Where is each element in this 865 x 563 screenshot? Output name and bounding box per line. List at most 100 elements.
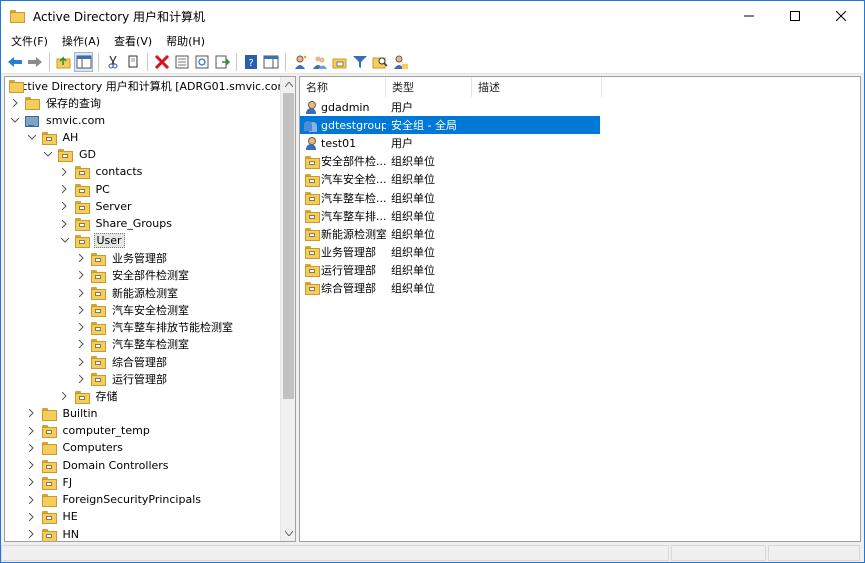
tree-item[interactable]: 新能源检测室 bbox=[5, 284, 281, 301]
object-name: 安全部件检... bbox=[321, 155, 386, 169]
tree-item[interactable]: 安全部件检测室 bbox=[5, 267, 281, 284]
refresh-button[interactable] bbox=[192, 52, 211, 72]
tree-item[interactable]: 综合管理部 bbox=[5, 353, 281, 370]
tree-item[interactable]: 汽车整车排放节能检测室 bbox=[5, 319, 281, 336]
list-item[interactable]: 新能源检测室 组织单位 bbox=[300, 225, 860, 243]
menu-action[interactable]: 操作(A) bbox=[55, 33, 107, 49]
list-item[interactable]: 综合管理部 组织单位 bbox=[300, 279, 860, 297]
tree-item[interactable]: FJ bbox=[5, 474, 281, 491]
chevron-right-icon[interactable] bbox=[76, 322, 86, 332]
close-button[interactable] bbox=[818, 1, 864, 31]
column-name[interactable]: 名称 bbox=[300, 77, 386, 97]
list-item[interactable]: 运行管理部 组织单位 bbox=[300, 261, 860, 279]
column-description[interactable]: 描述 bbox=[472, 77, 602, 97]
show-tree-button[interactable] bbox=[74, 51, 93, 72]
list-item[interactable]: 安全部件检... 组织单位 bbox=[300, 152, 860, 170]
up-folder-button[interactable] bbox=[54, 52, 73, 72]
tree-item[interactable]: Builtin bbox=[5, 405, 281, 422]
chevron-right-icon[interactable] bbox=[60, 201, 70, 211]
list-item[interactable]: gdtestgroup 安全组 - 全局 bbox=[300, 116, 860, 135]
tree-item[interactable]: AH bbox=[5, 129, 281, 146]
back-button[interactable] bbox=[5, 52, 24, 72]
object-list: gdadmin 用户 gdtestgroup 安全组 - 全局 test01 用户 安全部件… bbox=[300, 98, 860, 297]
cut-button[interactable] bbox=[103, 52, 122, 72]
add-to-group-button[interactable] bbox=[390, 52, 409, 72]
chevron-right-icon[interactable] bbox=[27, 426, 37, 436]
tree-item[interactable]: Server bbox=[5, 198, 281, 215]
tree-item[interactable]: 业务管理部 bbox=[5, 250, 281, 267]
find-button[interactable] bbox=[370, 52, 389, 72]
tree-item[interactable]: 汽车整车检测室 bbox=[5, 336, 281, 353]
tree-item[interactable]: Computers bbox=[5, 439, 281, 456]
help-button[interactable]: ? bbox=[241, 52, 260, 72]
maximize-button[interactable] bbox=[772, 1, 818, 31]
chevron-right-icon[interactable] bbox=[27, 512, 37, 522]
new-user-button[interactable] bbox=[290, 52, 309, 72]
chevron-right-icon[interactable] bbox=[60, 167, 70, 177]
scroll-thumb[interactable] bbox=[283, 93, 294, 399]
list-item[interactable]: 汽车整车检... 组织单位 bbox=[300, 188, 860, 206]
tree-item[interactable]: ForeignSecurityPrincipals bbox=[5, 491, 281, 508]
list-item[interactable]: test01 用户 bbox=[300, 134, 860, 152]
tree-root[interactable]: Active Directory 用户和计算机 [ADRG01.smvic.co… bbox=[5, 77, 293, 94]
list-item[interactable]: 汽车整车排... 组织单位 bbox=[300, 207, 860, 225]
new-ou-button[interactable] bbox=[330, 52, 349, 72]
tree-item[interactable]: User bbox=[5, 232, 281, 249]
tree-item[interactable]: 汽车安全检测室 bbox=[5, 301, 281, 318]
tree-item[interactable]: HE bbox=[5, 508, 281, 525]
copy-button[interactable] bbox=[123, 52, 142, 72]
title-bar[interactable]: Active Directory 用户和计算机 bbox=[1, 1, 864, 31]
scroll-up-arrow[interactable] bbox=[281, 77, 295, 92]
chevron-right-icon[interactable] bbox=[60, 184, 70, 194]
tree-item[interactable]: computer_temp bbox=[5, 422, 281, 439]
new-group-button[interactable] bbox=[310, 52, 329, 72]
chevron-right-icon[interactable] bbox=[27, 408, 37, 418]
tree-item[interactable]: smvic.com bbox=[5, 112, 281, 129]
export-button[interactable] bbox=[212, 52, 231, 72]
menu-help[interactable]: 帮助(H) bbox=[159, 33, 212, 49]
chevron-right-icon[interactable] bbox=[27, 477, 37, 487]
tree-item[interactable]: 运行管理部 bbox=[5, 370, 281, 387]
chevron-right-icon[interactable] bbox=[76, 253, 86, 263]
chevron-right-icon[interactable] bbox=[76, 374, 86, 384]
tree-item[interactable]: 存储 bbox=[5, 388, 281, 405]
menu-view[interactable]: 查看(V) bbox=[107, 33, 159, 49]
delete-button[interactable] bbox=[152, 52, 171, 72]
chevron-right-icon[interactable] bbox=[76, 270, 86, 280]
tree-scrollbar[interactable] bbox=[280, 77, 295, 541]
tree-item[interactable]: 保存的查询 bbox=[5, 94, 281, 111]
tree-item[interactable]: GD bbox=[5, 146, 281, 163]
list-item[interactable]: 业务管理部 组织单位 bbox=[300, 243, 860, 261]
tree-item[interactable]: HN bbox=[5, 526, 281, 541]
chevron-right-icon[interactable] bbox=[60, 219, 70, 229]
list-item[interactable]: gdadmin 用户 bbox=[300, 98, 860, 116]
scroll-down-arrow[interactable] bbox=[281, 526, 295, 541]
tree-item[interactable]: contacts bbox=[5, 163, 281, 180]
chevron-right-icon[interactable] bbox=[27, 495, 37, 505]
filter-button[interactable] bbox=[350, 52, 369, 72]
chevron-right-icon[interactable] bbox=[27, 529, 37, 539]
chevron-right-icon[interactable] bbox=[27, 443, 37, 453]
chevron-down-icon[interactable] bbox=[43, 150, 53, 160]
tree-item[interactable]: PC bbox=[5, 181, 281, 198]
chevron-down-icon[interactable] bbox=[60, 236, 70, 246]
chevron-down-icon[interactable] bbox=[27, 132, 37, 142]
chevron-right-icon[interactable] bbox=[10, 98, 20, 108]
properties-button[interactable] bbox=[172, 52, 191, 72]
chevron-right-icon[interactable] bbox=[27, 460, 37, 470]
forward-button[interactable] bbox=[25, 52, 44, 72]
menu-file[interactable]: 文件(F) bbox=[4, 33, 55, 49]
chevron-right-icon[interactable] bbox=[60, 391, 70, 401]
show-tree-icon bbox=[76, 55, 91, 68]
chevron-right-icon[interactable] bbox=[76, 288, 86, 298]
chevron-right-icon[interactable] bbox=[76, 339, 86, 349]
list-item[interactable]: 汽车安全检... 组织单位 bbox=[300, 170, 860, 188]
minimize-button[interactable] bbox=[726, 1, 772, 31]
tree-item[interactable]: Domain Controllers bbox=[5, 457, 281, 474]
chevron-right-icon[interactable] bbox=[76, 357, 86, 367]
chevron-down-icon[interactable] bbox=[10, 115, 20, 125]
chevron-right-icon[interactable] bbox=[76, 305, 86, 315]
column-type[interactable]: 类型 bbox=[386, 77, 472, 97]
tree-item[interactable]: Share_Groups bbox=[5, 215, 281, 232]
console-button[interactable] bbox=[261, 52, 280, 72]
